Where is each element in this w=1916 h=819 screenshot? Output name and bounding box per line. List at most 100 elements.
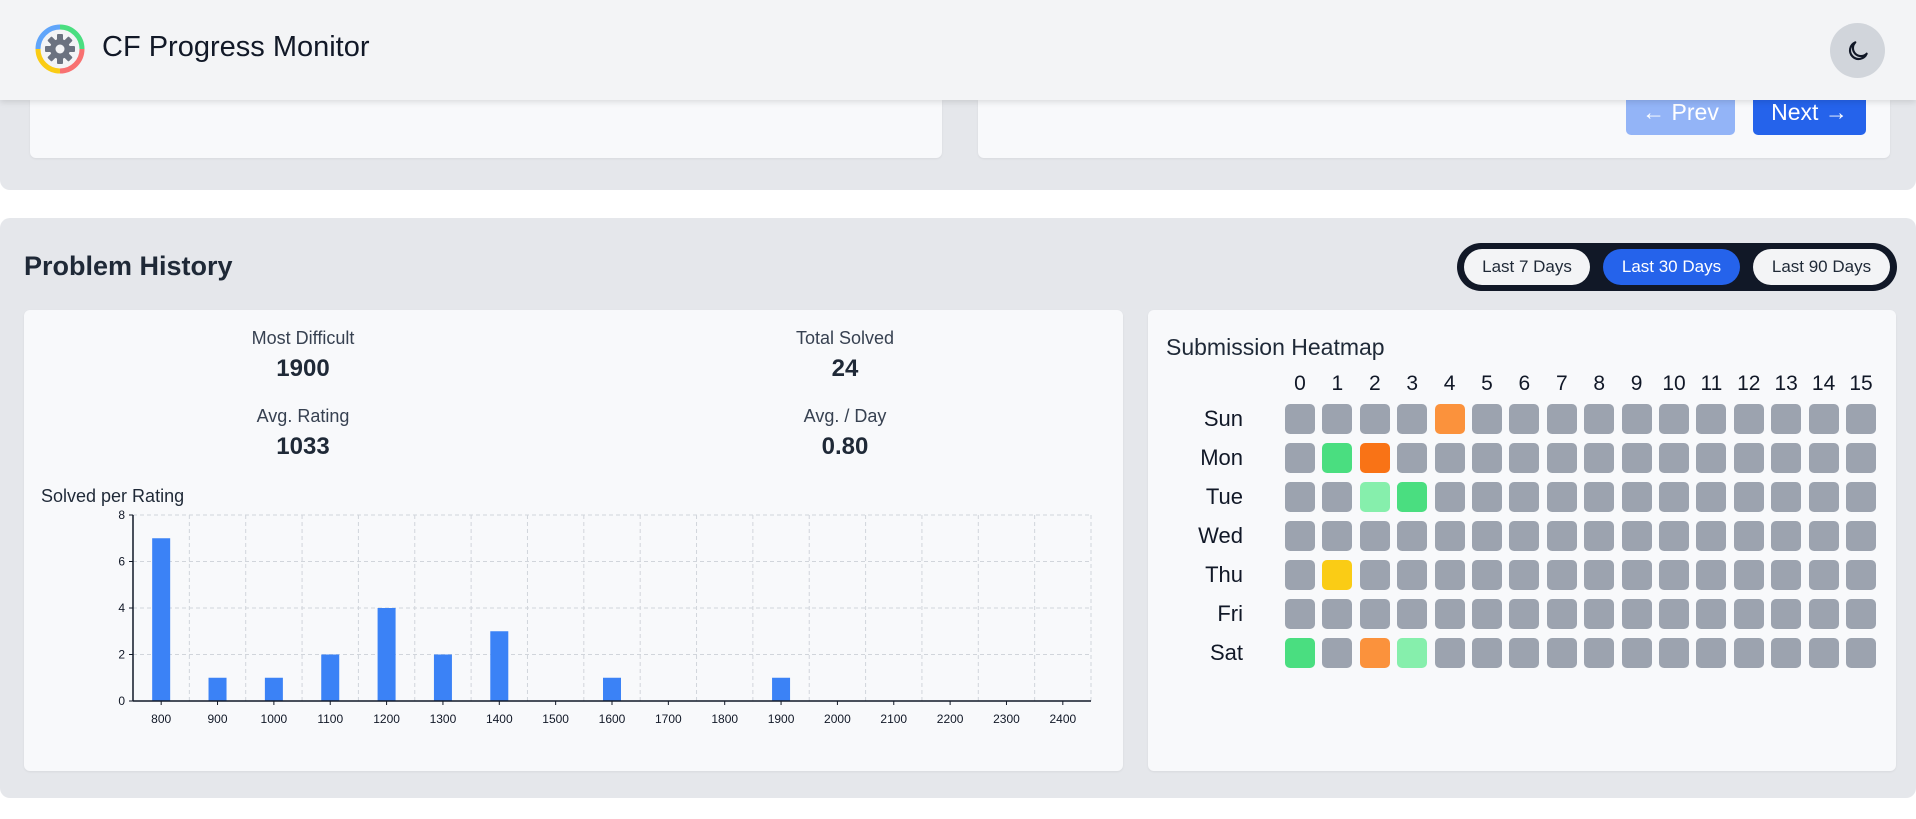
heatmap-cell[interactable] (1546, 560, 1577, 590)
heatmap-cell[interactable] (1509, 482, 1540, 512)
heatmap-cell[interactable] (1434, 521, 1465, 551)
heatmap-cell[interactable] (1322, 599, 1353, 629)
heatmap-cell[interactable] (1771, 521, 1802, 551)
heatmap-cell[interactable] (1434, 560, 1465, 590)
heatmap-cell[interactable] (1808, 599, 1839, 629)
heatmap-cell[interactable] (1359, 521, 1390, 551)
heatmap-cell[interactable] (1621, 599, 1652, 629)
heatmap-cell[interactable] (1397, 638, 1428, 668)
heatmap-cell[interactable] (1546, 521, 1577, 551)
heatmap-cell[interactable] (1733, 560, 1764, 590)
heatmap-cell[interactable] (1397, 404, 1428, 434)
heatmap-cell[interactable] (1659, 560, 1689, 590)
heatmap-cell[interactable] (1808, 521, 1839, 551)
heatmap-cell[interactable] (1434, 638, 1465, 668)
heatmap-cell[interactable] (1285, 638, 1315, 668)
heatmap-cell[interactable] (1846, 404, 1876, 434)
range-30-days-button[interactable]: Last 30 Days (1603, 249, 1740, 285)
range-7-days-button[interactable]: Last 7 Days (1464, 249, 1590, 285)
heatmap-cell[interactable] (1509, 638, 1540, 668)
heatmap-cell[interactable] (1546, 599, 1577, 629)
heatmap-cell[interactable] (1322, 638, 1353, 668)
heatmap-cell[interactable] (1584, 638, 1615, 668)
heatmap-cell[interactable] (1846, 560, 1876, 590)
heatmap-cell[interactable] (1509, 521, 1540, 551)
heatmap-cell[interactable] (1584, 404, 1615, 434)
heatmap-cell[interactable] (1771, 599, 1802, 629)
heatmap-cell[interactable] (1733, 638, 1764, 668)
heatmap-cell[interactable] (1584, 560, 1615, 590)
heatmap-cell[interactable] (1434, 599, 1465, 629)
heatmap-cell[interactable] (1621, 443, 1652, 473)
heatmap-cell[interactable] (1322, 443, 1353, 473)
heatmap-cell[interactable] (1584, 443, 1615, 473)
theme-toggle-button[interactable] (1830, 23, 1885, 78)
heatmap-cell[interactable] (1808, 560, 1839, 590)
heatmap-cell[interactable] (1771, 404, 1802, 434)
heatmap-cell[interactable] (1359, 599, 1390, 629)
heatmap-cell[interactable] (1472, 443, 1502, 473)
heatmap-cell[interactable] (1322, 521, 1353, 551)
heatmap-cell[interactable] (1659, 443, 1689, 473)
heatmap-cell[interactable] (1322, 560, 1353, 590)
heatmap-cell[interactable] (1472, 599, 1502, 629)
heatmap-cell[interactable] (1546, 638, 1577, 668)
heatmap-cell[interactable] (1546, 443, 1577, 473)
heatmap-cell[interactable] (1472, 560, 1502, 590)
heatmap-cell[interactable] (1771, 443, 1802, 473)
heatmap-cell[interactable] (1733, 443, 1764, 473)
heatmap-cell[interactable] (1285, 599, 1315, 629)
heatmap-cell[interactable] (1285, 443, 1315, 473)
heatmap-cell[interactable] (1285, 560, 1315, 590)
heatmap-cell[interactable] (1509, 560, 1540, 590)
heatmap-cell[interactable] (1696, 560, 1727, 590)
heatmap-cell[interactable] (1546, 404, 1577, 434)
heatmap-cell[interactable] (1509, 443, 1540, 473)
heatmap-cell[interactable] (1696, 404, 1727, 434)
heatmap-cell[interactable] (1621, 521, 1652, 551)
heatmap-cell[interactable] (1434, 482, 1465, 512)
heatmap-cell[interactable] (1846, 443, 1876, 473)
heatmap-cell[interactable] (1808, 443, 1839, 473)
heatmap-cell[interactable] (1434, 443, 1465, 473)
heatmap-cell[interactable] (1733, 599, 1764, 629)
heatmap-cell[interactable] (1733, 521, 1764, 551)
heatmap-cell[interactable] (1659, 521, 1689, 551)
heatmap-cell[interactable] (1509, 404, 1540, 434)
heatmap-cell[interactable] (1472, 638, 1502, 668)
heatmap-cell[interactable] (1659, 599, 1689, 629)
heatmap-cell[interactable] (1771, 560, 1802, 590)
heatmap-cell[interactable] (1285, 482, 1315, 512)
heatmap-cell[interactable] (1621, 482, 1652, 512)
heatmap-cell[interactable] (1359, 638, 1390, 668)
heatmap-cell[interactable] (1846, 599, 1876, 629)
heatmap-cell[interactable] (1322, 482, 1353, 512)
heatmap-cell[interactable] (1808, 638, 1839, 668)
heatmap-cell[interactable] (1509, 599, 1540, 629)
heatmap-cell[interactable] (1359, 404, 1390, 434)
heatmap-cell[interactable] (1808, 482, 1839, 512)
heatmap-cell[interactable] (1696, 521, 1727, 551)
heatmap-cell[interactable] (1733, 482, 1764, 512)
heatmap-cell[interactable] (1771, 638, 1802, 668)
heatmap-cell[interactable] (1285, 404, 1315, 434)
heatmap-cell[interactable] (1359, 482, 1390, 512)
heatmap-cell[interactable] (1733, 404, 1764, 434)
heatmap-cell[interactable] (1434, 404, 1465, 434)
heatmap-cell[interactable] (1472, 482, 1502, 512)
heatmap-cell[interactable] (1621, 404, 1652, 434)
heatmap-cell[interactable] (1659, 482, 1689, 512)
heatmap-cell[interactable] (1659, 404, 1689, 434)
heatmap-cell[interactable] (1359, 443, 1390, 473)
heatmap-cell[interactable] (1846, 482, 1876, 512)
heatmap-cell[interactable] (1696, 443, 1727, 473)
heatmap-cell[interactable] (1584, 482, 1615, 512)
heatmap-cell[interactable] (1472, 404, 1502, 434)
heatmap-cell[interactable] (1771, 482, 1802, 512)
heatmap-cell[interactable] (1808, 404, 1839, 434)
heatmap-cell[interactable] (1584, 599, 1615, 629)
heatmap-cell[interactable] (1359, 560, 1390, 590)
heatmap-cell[interactable] (1285, 521, 1315, 551)
heatmap-cell[interactable] (1846, 521, 1876, 551)
heatmap-cell[interactable] (1397, 521, 1428, 551)
